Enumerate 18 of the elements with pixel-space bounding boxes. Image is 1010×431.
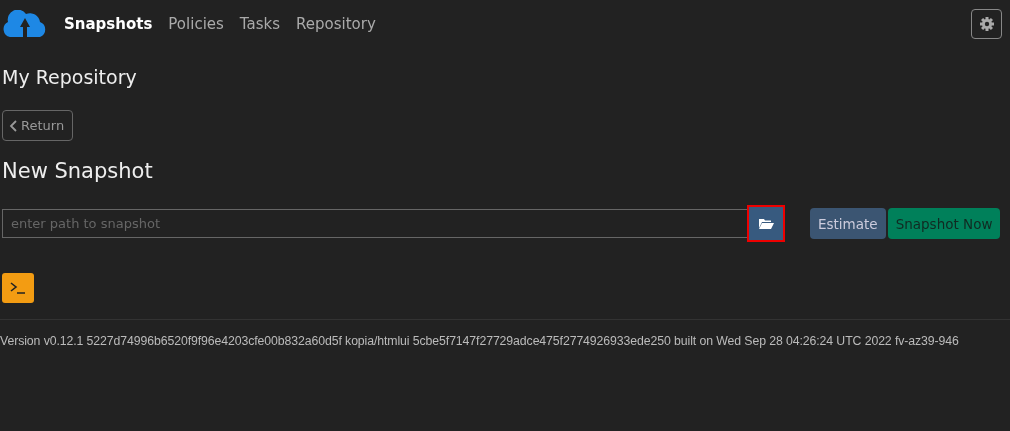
chevron-left-icon: [9, 118, 19, 133]
estimate-button[interactable]: Estimate: [810, 208, 886, 239]
nav-tab[interactable]: Snapshots: [64, 15, 153, 33]
nav-tab[interactable]: Policies: [168, 15, 224, 33]
terminal-button[interactable]: [2, 273, 34, 303]
folder-icon: [758, 217, 774, 230]
cloud-logo: [2, 10, 48, 38]
return-button[interactable]: Return: [2, 110, 74, 141]
nav-tab[interactable]: Tasks: [239, 15, 281, 33]
terminal-icon: [10, 282, 26, 294]
page-title: My Repository: [2, 66, 138, 88]
nav-tab[interactable]: Repository: [296, 15, 376, 33]
browse-button[interactable]: [747, 205, 785, 242]
path-field[interactable]: enter path to snapshot: [2, 209, 747, 238]
settings-button[interactable]: [971, 9, 1002, 39]
section-title: New Snapshot: [2, 159, 154, 183]
version-info: Version v0.12.1 5227d74996b6520f9f96e4203cfe00b832a60d5f kopia/htmlui 5cbe5f7147f27729adce475f2774926933ede250 built on Wed Sep 28 04:26:24 UTC 2022 fv-az39-946: [0, 334, 960, 348]
gear-icon: [978, 16, 995, 32]
